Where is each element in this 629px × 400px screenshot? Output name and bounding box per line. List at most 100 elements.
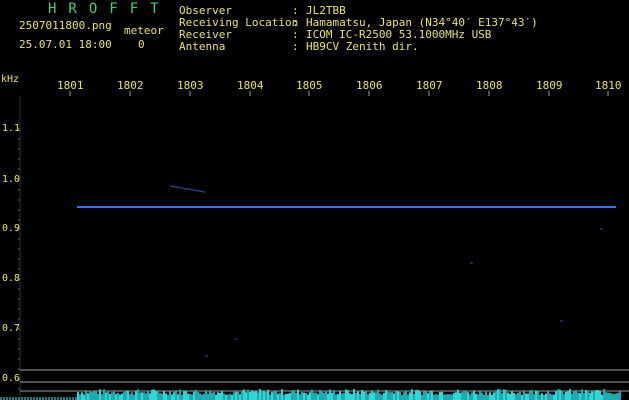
noise-sample (391, 392, 393, 400)
noise-sample (589, 392, 591, 400)
noise-sample (269, 394, 271, 400)
noise-sample (571, 393, 573, 400)
noise-sample (139, 392, 141, 400)
noise-sample (207, 394, 209, 400)
noise-sample (453, 393, 455, 400)
noise-sample (353, 389, 355, 400)
noise-sample (267, 389, 269, 400)
noise-sample (335, 394, 337, 400)
noise-sample (381, 394, 383, 400)
noise-sample (413, 393, 415, 400)
speck (600, 228, 603, 230)
noise-sample (445, 394, 447, 400)
noise-sample (217, 392, 219, 400)
speck (205, 355, 208, 357)
noise-sample (347, 390, 349, 400)
noise-sample (153, 389, 155, 400)
noise-sample (95, 391, 97, 400)
noise-sample (283, 394, 285, 400)
noise-sample (535, 390, 537, 400)
noise-sample (271, 392, 273, 400)
noise-sample (273, 391, 275, 400)
noise-sample (419, 391, 421, 400)
noise-sample (319, 389, 321, 400)
noise-sample (485, 390, 487, 400)
noise-sample (455, 392, 457, 400)
noise-sample (313, 392, 315, 400)
noise-sample (275, 390, 277, 400)
noise-sample (515, 394, 517, 400)
noise-sample (247, 389, 249, 400)
noise-sample (423, 391, 425, 400)
noise-sample (161, 393, 163, 400)
noise-sample (549, 393, 551, 400)
noise-sample (127, 390, 129, 400)
noise-sample (481, 392, 483, 400)
noise-sample (569, 389, 571, 400)
noise-sample (77, 392, 79, 400)
noise-sample (555, 390, 557, 400)
noise-sample (493, 392, 495, 400)
noise-sample (511, 391, 513, 400)
noise-sample (337, 394, 339, 400)
noise-sample (451, 394, 453, 400)
noise-sample (309, 392, 311, 400)
noise-sample (277, 393, 279, 400)
noise-sample (519, 391, 521, 400)
noise-sample (575, 390, 577, 400)
noise-sample (299, 394, 301, 400)
noise-sample (545, 393, 547, 400)
speck (470, 262, 473, 264)
noise-sample (463, 390, 465, 400)
noise-sample (239, 394, 241, 400)
noise-sample (399, 392, 401, 400)
noise-sample (433, 394, 435, 400)
noise-sample (461, 392, 463, 400)
noise-sample (601, 394, 603, 400)
noise-sample (157, 391, 159, 400)
noise-sample (491, 394, 493, 400)
noise-sample (385, 390, 387, 400)
noise-sample (143, 392, 145, 400)
noise-sample (135, 390, 137, 400)
noise-sample (579, 393, 581, 400)
time-axis-ticks (69, 91, 609, 96)
noise-sample (403, 392, 405, 400)
noise-sample (377, 389, 379, 400)
noise-sample (159, 393, 161, 400)
noise-sample (333, 390, 335, 400)
noise-sample (611, 393, 613, 400)
noise-sample (163, 390, 165, 400)
noise-sample (329, 389, 331, 400)
noise-sample (421, 394, 423, 400)
noise-sample (99, 389, 101, 400)
noise-sample (315, 392, 317, 400)
noise-sample (231, 394, 233, 400)
noise-sample (559, 389, 561, 400)
spectrogram-plot (0, 91, 629, 400)
noise-sample (307, 394, 309, 400)
noise-sample (253, 391, 255, 400)
noise-sample (289, 393, 291, 400)
noise-sample (259, 389, 261, 400)
noise-sample (171, 394, 173, 400)
noise-sample (149, 393, 151, 400)
noise-sample (547, 391, 549, 400)
noise-sample (577, 392, 579, 400)
noise-sample (513, 392, 515, 400)
noise-sample (505, 389, 507, 400)
noise-sample (255, 391, 257, 400)
noise-sample (179, 389, 181, 400)
noise-sample (205, 390, 207, 400)
noise-sample (431, 390, 433, 400)
noise-sample (103, 389, 105, 400)
noise-sample (287, 393, 289, 400)
noise-sample (401, 394, 403, 400)
noise-sample (437, 394, 439, 400)
noise-sample (109, 393, 111, 400)
noise-sample (119, 394, 121, 400)
noise-sample (537, 391, 539, 400)
speck (180, 187, 183, 189)
noise-sample (387, 391, 389, 400)
noise-sample (279, 393, 281, 400)
